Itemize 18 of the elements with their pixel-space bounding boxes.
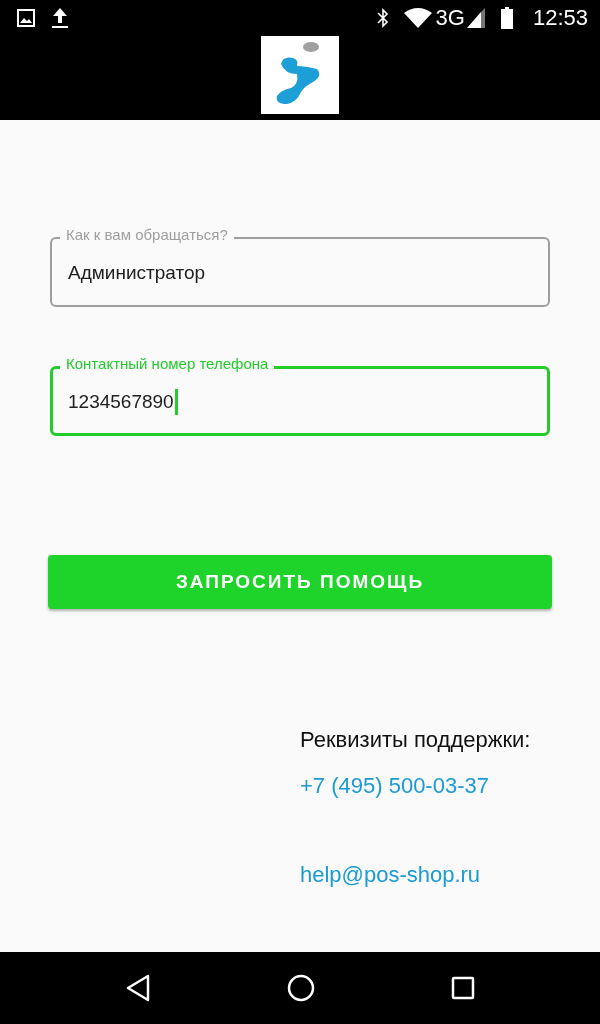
upload-icon — [50, 7, 70, 29]
back-icon[interactable] — [125, 974, 151, 1002]
image-icon — [16, 8, 36, 28]
network-type: 3G — [435, 5, 465, 31]
request-help-button[interactable]: ЗАПРОСИТЬ ПОМОЩЬ — [48, 555, 552, 609]
field-label: Как к вам обращаться? — [60, 226, 234, 243]
field-label: Контактный номер телефона — [60, 355, 275, 372]
recent-apps-icon[interactable] — [451, 976, 475, 1000]
phone-link[interactable]: +7 (495) 500-03-37 — [300, 773, 489, 799]
email-link[interactable]: help@pos-shop.ru — [300, 862, 481, 888]
battery-icon — [500, 7, 513, 29]
logo-icon — [261, 36, 339, 114]
home-icon[interactable] — [287, 974, 315, 1002]
signal-icon — [466, 8, 487, 28]
wifi-icon — [403, 8, 432, 28]
bluetooth-icon — [375, 7, 390, 29]
clock: 12:53 — [532, 5, 588, 31]
support-title: Реквизиты поддержки: — [300, 727, 531, 753]
